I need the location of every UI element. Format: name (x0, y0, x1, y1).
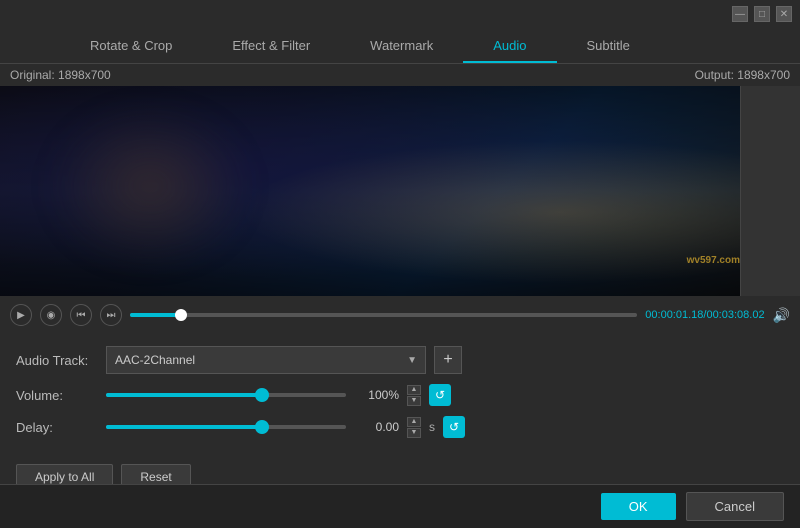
delay-slider-container: 0.00 ▲ ▼ s ↺ (106, 416, 784, 438)
maximize-button[interactable]: □ (754, 6, 770, 22)
tab-bar: Rotate & Crop Effect & Filter Watermark … (0, 28, 800, 64)
play-button[interactable]: ▶ (10, 304, 32, 326)
delay-spin-down[interactable]: ▼ (407, 428, 421, 438)
delay-reset-icon[interactable]: ↺ (443, 416, 465, 438)
audio-track-label: Audio Track: (16, 353, 96, 368)
prev-button[interactable]: ⏮ (70, 304, 92, 326)
add-track-button[interactable]: + (434, 346, 462, 374)
output-resolution: Output: 1898x700 (695, 68, 790, 82)
video-thumbnail-strip (740, 86, 800, 296)
time-display: 00:00:01.18/00:03:08.02 (645, 309, 764, 321)
volume-slider-track[interactable] (106, 393, 346, 397)
tab-watermark[interactable]: Watermark (340, 30, 463, 63)
volume-spin-down[interactable]: ▼ (407, 396, 421, 406)
delay-row: Delay: 0.00 ▲ ▼ s ↺ (16, 416, 784, 438)
delay-slider-track[interactable] (106, 425, 346, 429)
volume-slider-thumb[interactable] (255, 388, 269, 402)
delay-suffix: s (429, 420, 435, 434)
progress-handle[interactable] (175, 309, 187, 321)
video-info-bar: Original: 1898x700 Output: 1898x700 (0, 64, 800, 86)
video-watermark: wv597.com (687, 255, 740, 266)
controls-bar: ▶ ◉ ⏮ ⏭ 00:00:01.18/00:03:08.02 🔊 (0, 296, 800, 334)
delay-spin-up[interactable]: ▲ (407, 417, 421, 427)
delay-slider-fill (106, 425, 262, 429)
volume-row: Volume: 100% ▲ ▼ ↺ (16, 384, 784, 406)
volume-value: 100% (354, 388, 399, 402)
volume-spin-controls: ▲ ▼ (407, 385, 421, 406)
volume-reset-icon[interactable]: ↺ (429, 384, 451, 406)
progress-fill (130, 313, 181, 317)
video-frame: wv597.com (0, 86, 800, 296)
audio-track-value: AAC-2Channel (115, 353, 195, 367)
volume-slider-container: 100% ▲ ▼ ↺ (106, 384, 784, 406)
volume-icon[interactable]: 🔊 (773, 307, 790, 324)
tab-effect-filter[interactable]: Effect & Filter (202, 30, 340, 63)
audio-track-row: Audio Track: AAC-2Channel ▼ + (16, 346, 784, 374)
video-preview: wv597.com (0, 86, 800, 296)
delay-label: Delay: (16, 420, 96, 435)
title-bar: — □ ✕ (0, 0, 800, 28)
tab-subtitle[interactable]: Subtitle (557, 30, 660, 63)
original-resolution: Original: 1898x700 (10, 68, 111, 82)
volume-spin-up[interactable]: ▲ (407, 385, 421, 395)
next-button[interactable]: ⏭ (100, 304, 122, 326)
settings-area: Audio Track: AAC-2Channel ▼ + Volume: 10… (0, 334, 800, 460)
stop-button[interactable]: ◉ (40, 304, 62, 326)
cancel-button[interactable]: Cancel (686, 492, 784, 521)
delay-spin-controls: ▲ ▼ (407, 417, 421, 438)
audio-track-dropdown-container: AAC-2Channel ▼ + (106, 346, 784, 374)
dropdown-arrow-icon: ▼ (407, 355, 417, 366)
volume-slider-fill (106, 393, 262, 397)
volume-label: Volume: (16, 388, 96, 403)
audio-track-select[interactable]: AAC-2Channel ▼ (106, 346, 426, 374)
delay-value: 0.00 (354, 420, 399, 434)
footer: OK Cancel (0, 484, 800, 528)
close-button[interactable]: ✕ (776, 6, 792, 22)
tab-rotate-crop[interactable]: Rotate & Crop (60, 30, 202, 63)
ok-button[interactable]: OK (601, 493, 676, 520)
progress-bar[interactable] (130, 313, 637, 317)
minimize-button[interactable]: — (732, 6, 748, 22)
delay-slider-thumb[interactable] (255, 420, 269, 434)
tab-audio[interactable]: Audio (463, 30, 556, 63)
